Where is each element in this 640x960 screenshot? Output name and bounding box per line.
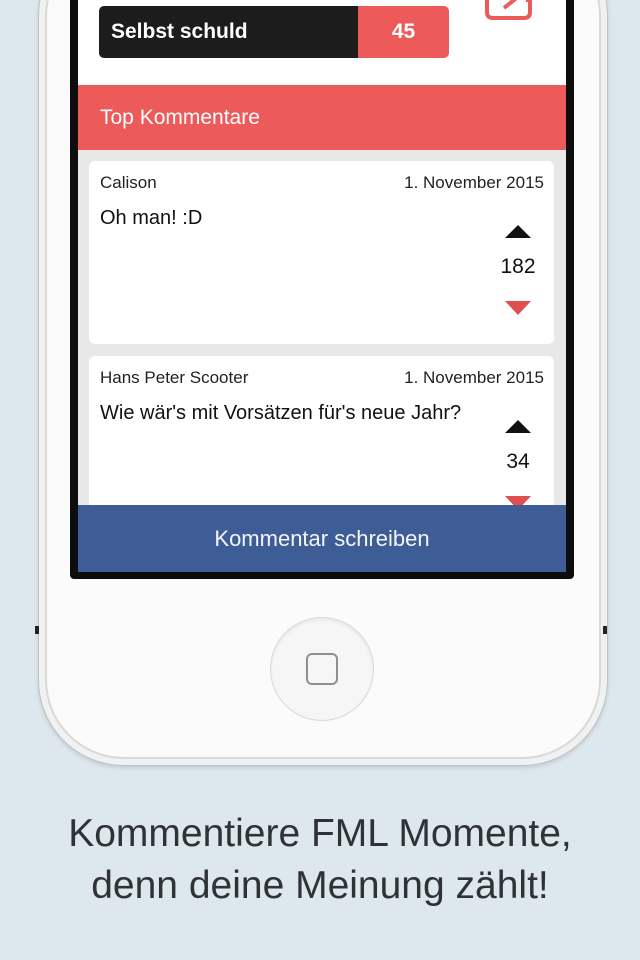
top-comments-header: Top Kommentare — [78, 85, 566, 150]
share-icon[interactable] — [484, 0, 536, 20]
app-screen: Selbst schuld 45 Top Kommentare Calison … — [78, 0, 566, 572]
comment-author[interactable]: Calison — [100, 173, 157, 193]
selbst-schuld-vote-button[interactable]: Selbst schuld 45 — [99, 6, 449, 58]
upvote-arrow-icon[interactable] — [505, 420, 531, 433]
comment-vote-controls: 182 — [495, 225, 541, 325]
comment-date: 1. November 2015 — [404, 368, 544, 387]
comment-text: Wie wär's mit Vorsätzen für's neue Jahr? — [100, 402, 462, 424]
vote-label: Selbst schuld — [99, 6, 358, 58]
promo-caption: Kommentiere FML Momente, denn deine Mein… — [0, 808, 640, 912]
write-comment-button[interactable]: Kommentar schreiben — [78, 505, 566, 572]
comment-text: Oh man! :D — [100, 207, 203, 229]
vote-count: 45 — [358, 6, 449, 58]
comment-date: 1. November 2015 — [404, 173, 544, 192]
phone-side-button-left — [35, 626, 39, 634]
comment-score: 34 — [506, 450, 530, 473]
comment-author[interactable]: Hans Peter Scooter — [100, 368, 248, 388]
post-footer: Selbst schuld 45 — [78, 0, 566, 85]
comment-score: 182 — [500, 255, 536, 278]
home-button-icon — [306, 653, 338, 685]
caption-line-2: denn deine Meinung zählt! — [91, 864, 549, 907]
upvote-arrow-icon[interactable] — [505, 225, 531, 238]
home-button[interactable] — [270, 617, 374, 721]
comment-card: Calison 1. November 2015 Oh man! :D 182 — [89, 161, 554, 344]
phone-side-button-right — [603, 626, 607, 634]
caption-line-1: Kommentiere FML Momente, — [68, 812, 572, 855]
downvote-arrow-icon[interactable] — [505, 301, 531, 315]
